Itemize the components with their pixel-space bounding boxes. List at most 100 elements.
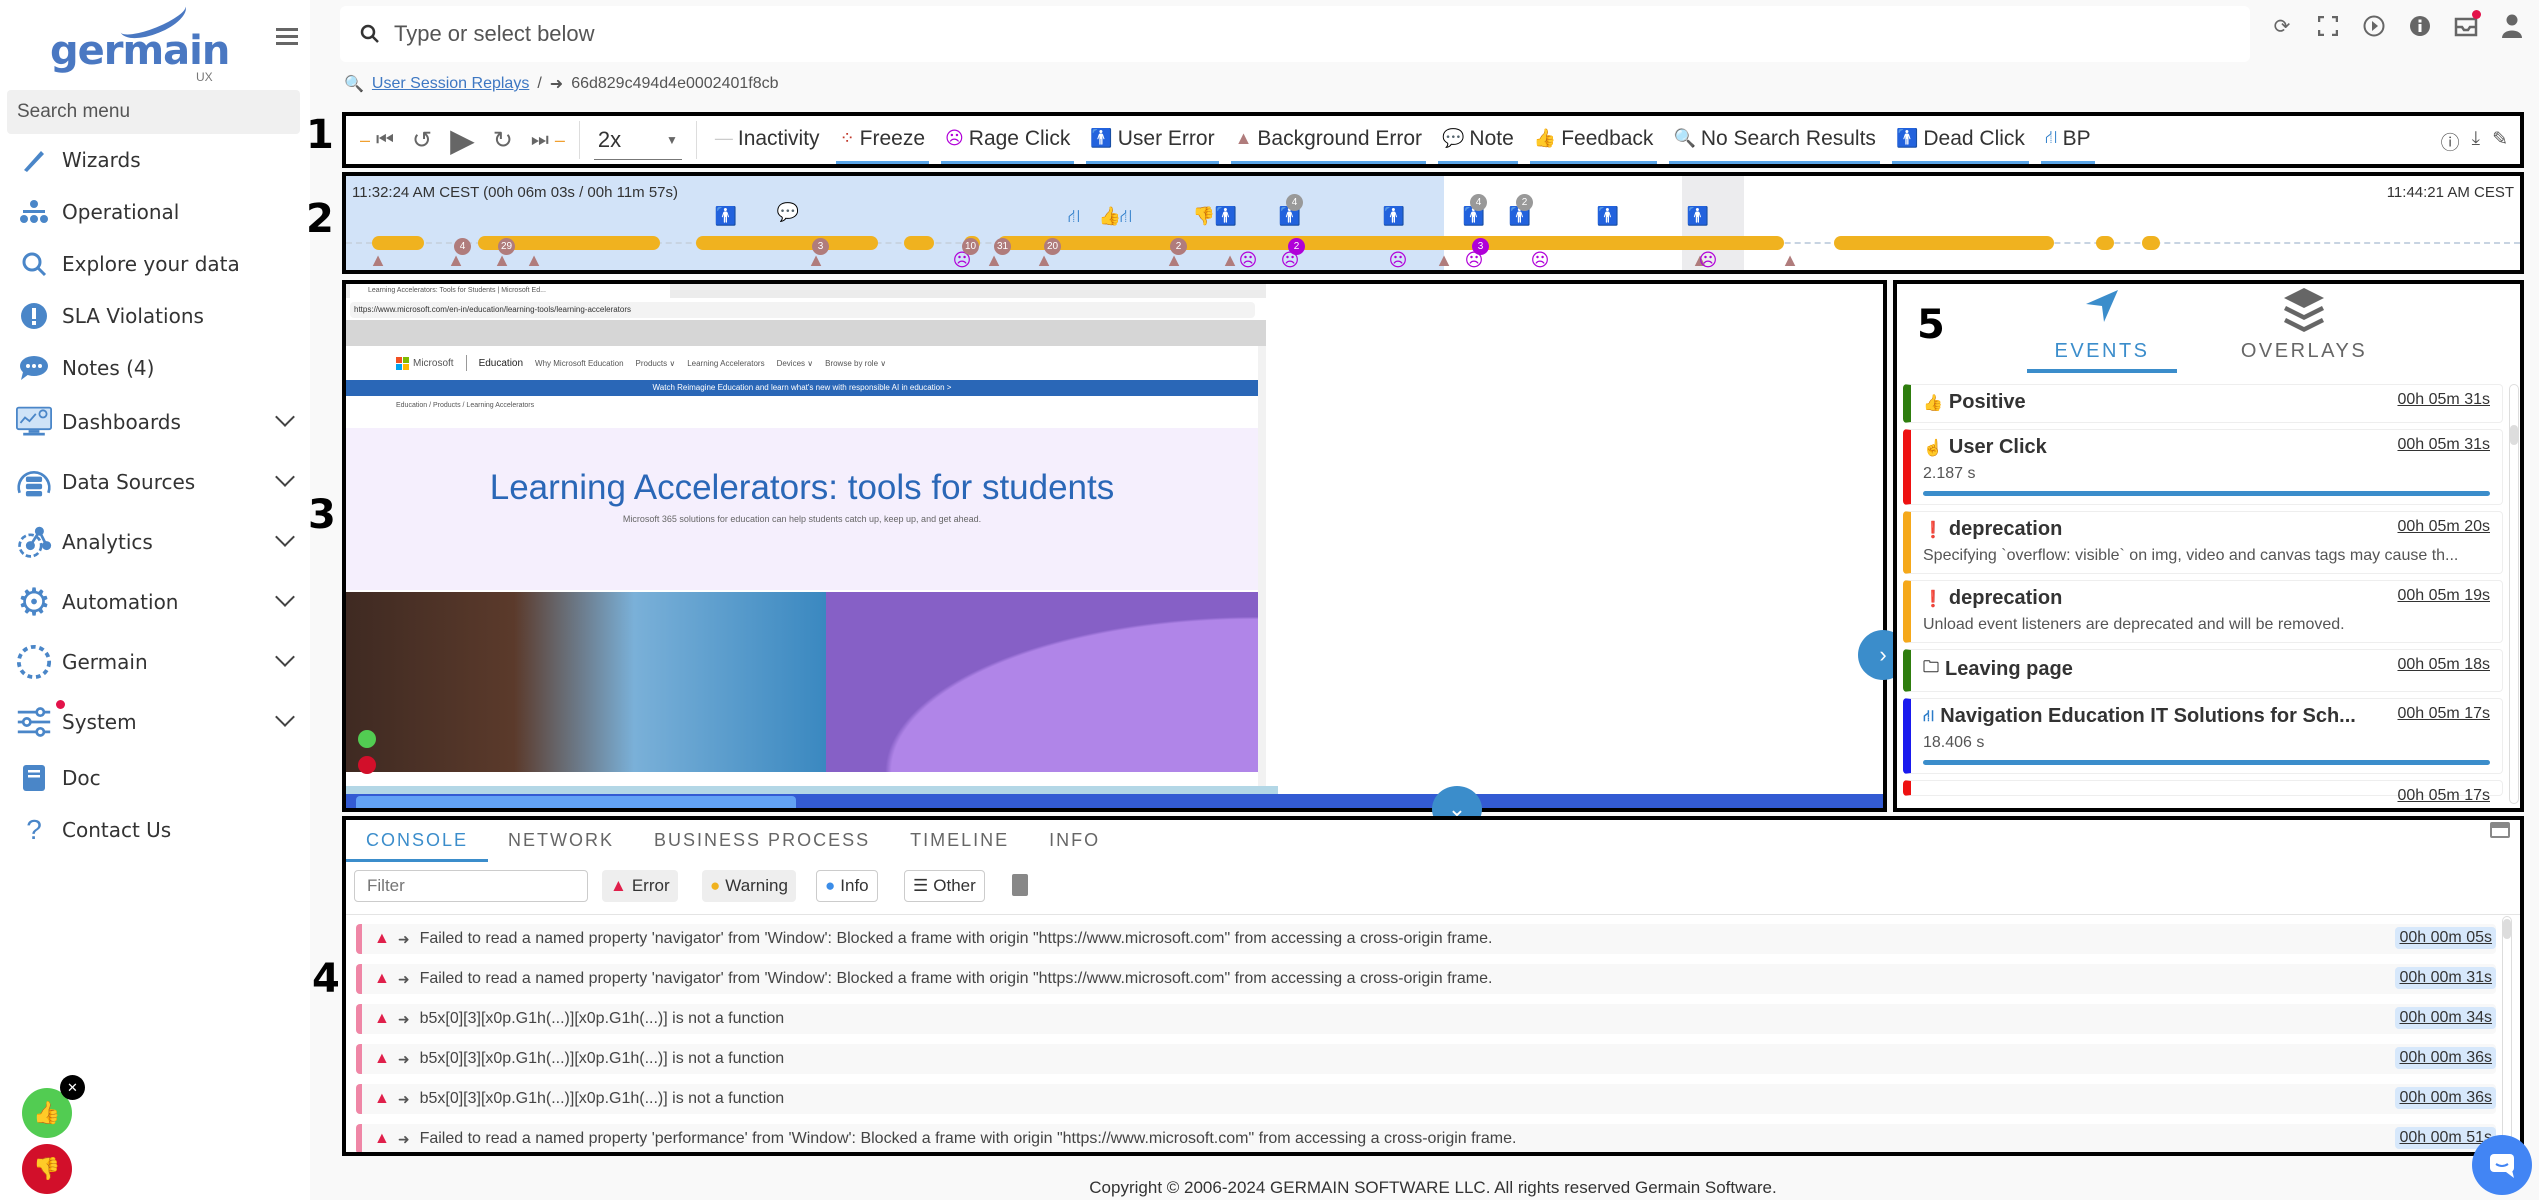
breadcrumb-link-user-session-replays[interactable]: User Session Replays xyxy=(372,75,529,93)
filter-background-error[interactable]: ▲ Background Error xyxy=(1230,116,1426,164)
filter-other-button[interactable]: ☰ Other xyxy=(904,870,985,902)
console-time-link[interactable]: 00h 00m 34s xyxy=(2395,1007,2496,1029)
session-timeline[interactable]: 11:32:24 AM CEST (00h 06m 03s / 00h 11m … xyxy=(342,172,2524,274)
sidebar-item-system[interactable]: System xyxy=(16,700,296,742)
rage-click-marker[interactable]: ☹ xyxy=(1386,250,1410,270)
event-time-link[interactable]: 00h 05m 20s xyxy=(2397,518,2490,536)
skip-to-end-button[interactable]: ⏭ xyxy=(531,129,549,152)
background-error-marker[interactable]: ▲ xyxy=(522,250,546,270)
tab-console[interactable]: CONSOLE xyxy=(346,820,489,862)
timeline-activity-segment[interactable] xyxy=(696,236,878,250)
hamburger-menu-icon[interactable] xyxy=(276,28,298,46)
global-search-input[interactable] xyxy=(394,21,2194,47)
sidebar-item-notes[interactable]: Notes (4) xyxy=(16,348,296,388)
event-time-link[interactable]: 00h 05m 31s xyxy=(2397,391,2490,409)
sidebar-item-operational[interactable]: Operational xyxy=(16,192,296,232)
dead-click-marker[interactable]: 🚹 xyxy=(1596,206,1620,227)
info-icon[interactable] xyxy=(2408,14,2432,38)
sidebar-item-wizards[interactable]: Wizards xyxy=(16,140,296,180)
germain-logo[interactable]: germain UX xyxy=(48,0,230,84)
sidebar-item-contact[interactable]: ? Contact Us xyxy=(16,810,296,850)
play-button[interactable]: ▶ xyxy=(450,121,475,159)
fullscreen-icon[interactable] xyxy=(2316,14,2340,38)
console-row[interactable]: ▲ ➜ b5x[0][3][x0p.G1h(...)][x0p.G1h(...)] … xyxy=(356,1044,2496,1074)
chevron-down-icon[interactable] xyxy=(275,587,295,607)
filter-note[interactable]: 💬 Note xyxy=(1438,116,1518,164)
forward-button[interactable]: ↻ xyxy=(493,126,513,155)
chevron-down-icon[interactable] xyxy=(275,467,295,487)
info-icon[interactable]: ⓘ xyxy=(2441,128,2460,155)
event-item[interactable]: ❗ deprecation 00h 05m 19s Unload event list… xyxy=(1903,580,2503,643)
refresh-icon[interactable]: ⟳ xyxy=(2270,14,2294,38)
timeline-activity-segment[interactable] xyxy=(904,236,934,250)
filter-freeze[interactable]: ⁘ Freeze xyxy=(835,116,930,164)
sidebar-item-automation[interactable]: ⚙ Automation xyxy=(16,582,296,624)
tab-events[interactable]: EVENTS xyxy=(2027,286,2177,373)
event-time-link[interactable]: 00h 05m 19s xyxy=(2397,587,2490,605)
close-feedback-button[interactable]: ✕ xyxy=(60,1075,85,1100)
bp-marker[interactable]: ⛙ xyxy=(1114,206,1138,230)
console-time-link[interactable]: 00h 00m 31s xyxy=(2395,967,2496,989)
rage-click-marker[interactable]: ☹ xyxy=(1236,250,1260,270)
pencil-icon[interactable]: ✎ xyxy=(2492,128,2508,155)
negative-feedback-marker[interactable]: 👎 xyxy=(1192,206,1216,227)
skip-to-start-button[interactable]: ⏮ xyxy=(376,129,394,152)
sidebar-item-germain[interactable]: Germain xyxy=(16,642,296,682)
timeline-activity-segment[interactable] xyxy=(998,236,1784,250)
console-row[interactable]: ▲ ➜ Failed to read a named property 'perfo… xyxy=(356,1124,2496,1152)
sidebar-item-dashboards[interactable]: Dashboards xyxy=(16,402,296,442)
menu-search-input[interactable] xyxy=(7,90,300,134)
timeline-activity-segment[interactable] xyxy=(2096,236,2114,250)
tab-overlays[interactable]: OVERLAYS xyxy=(2229,286,2379,363)
event-time-link[interactable]: 00h 05m 18s xyxy=(2397,656,2490,674)
timeline-activity-segment[interactable] xyxy=(1834,236,2054,250)
event-item[interactable]: 🗀 Leaving page 00h 05m 18s xyxy=(1903,649,2503,692)
csv-export-icon[interactable] xyxy=(1012,874,1028,896)
background-error-marker[interactable]: ▲ xyxy=(366,250,390,270)
inbox-icon[interactable] xyxy=(2454,10,2481,38)
dead-click-marker[interactable]: 🚹 xyxy=(1686,206,1710,227)
thumbs-down-feedback-button[interactable]: 👎 xyxy=(22,1144,72,1194)
tab-network[interactable]: NETWORK xyxy=(488,820,634,862)
event-item[interactable]: 00h 05m 17s xyxy=(1903,780,2503,804)
session-replay-player[interactable]: Learning Accelerators: Tools for Student… xyxy=(342,280,1887,812)
event-time-link[interactable]: 00h 05m 17s xyxy=(2397,705,2490,723)
tab-info[interactable]: INFO xyxy=(1029,820,1120,862)
rage-click-marker[interactable]: ☹ xyxy=(1696,250,1720,270)
tab-business-process[interactable]: BUSINESS PROCESS xyxy=(634,820,890,862)
rewind-button[interactable]: ↺ xyxy=(412,126,432,155)
filter-inactivity[interactable]: — Inactivity xyxy=(711,116,824,164)
user-icon[interactable] xyxy=(2500,14,2524,38)
bp-marker[interactable]: ⛙ xyxy=(1062,206,1086,230)
global-search-bar[interactable] xyxy=(340,6,2250,62)
timeline-activity-segment[interactable] xyxy=(372,236,424,250)
chevron-down-icon[interactable] xyxy=(275,647,295,667)
filter-user-error[interactable]: 🚹 User Error xyxy=(1086,116,1219,164)
sidebar-item-doc[interactable]: Doc xyxy=(16,758,296,798)
background-error-marker[interactable]: ▲ xyxy=(1778,250,1802,270)
chevron-down-icon[interactable] xyxy=(275,707,295,727)
console-scrollbar[interactable] xyxy=(2502,916,2512,1146)
filter-dead-click[interactable]: 🚹 Dead Click xyxy=(1891,116,2029,164)
event-time-link[interactable]: 00h 05m 31s xyxy=(2397,436,2490,454)
filter-no-search-results[interactable]: 🔍 No Search Results xyxy=(1669,116,1880,164)
play-circle-icon[interactable] xyxy=(2362,14,2386,38)
sidebar-item-sla-violations[interactable]: SLA Violations xyxy=(16,296,296,336)
console-row[interactable]: ▲ ➜ Failed to read a named property 'navig… xyxy=(356,964,2496,994)
dead-click-marker[interactable]: 🚹 xyxy=(1382,206,1406,227)
filter-warning-button[interactable]: ● Warning xyxy=(702,870,796,902)
rage-click-marker[interactable]: ☹ xyxy=(1528,250,1552,270)
chevron-down-icon[interactable] xyxy=(275,407,295,427)
console-row[interactable]: ▲ ➜ b5x[0][3][x0p.G1h(...)][x0p.G1h(...)] … xyxy=(356,1004,2496,1034)
filter-rage-click[interactable]: ☹ Rage Click xyxy=(941,116,1075,164)
maximize-panel-icon[interactable] xyxy=(2490,822,2510,838)
sidebar-item-explore[interactable]: Explore your data xyxy=(16,244,296,284)
tab-timeline[interactable]: TIMELINE xyxy=(890,820,1029,862)
filter-feedback[interactable]: 👍 Feedback xyxy=(1529,116,1658,164)
chat-button[interactable] xyxy=(2472,1135,2532,1195)
events-scrollbar[interactable] xyxy=(2509,384,2519,804)
filter-bp[interactable]: ⛙ BP xyxy=(2040,116,2095,164)
event-time-link[interactable]: 00h 05m 17s xyxy=(2397,787,2490,804)
filter-error-button[interactable]: ▲ Error xyxy=(602,870,678,902)
console-row[interactable]: ▲ ➜ b5x[0][3][x0p.G1h(...)][x0p.G1h(...)] … xyxy=(356,1084,2496,1114)
